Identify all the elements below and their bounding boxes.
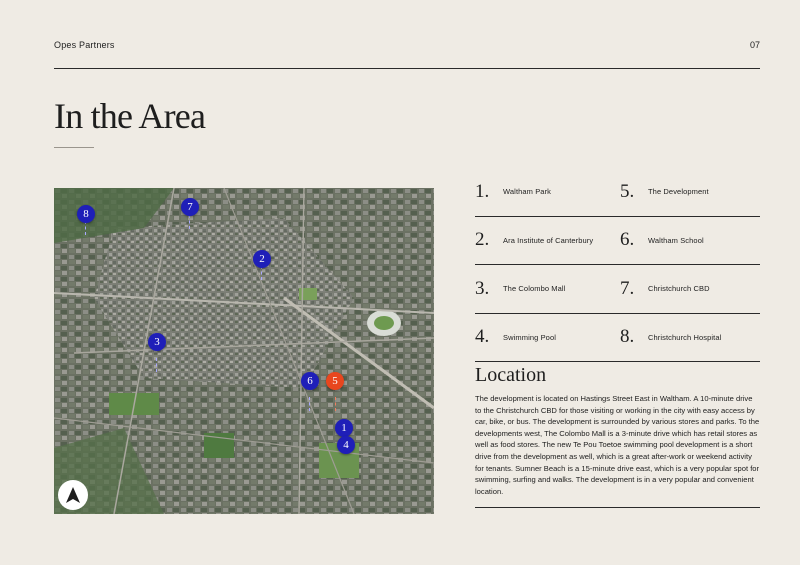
place-number: 5. bbox=[620, 180, 635, 202]
place-name: Waltham Park bbox=[503, 187, 552, 197]
place-number: 7. bbox=[620, 277, 635, 299]
place-number: 1. bbox=[475, 180, 490, 202]
list-item: 7. Christchurch CBD bbox=[620, 265, 760, 314]
list-item: 3. The Colombo Mall bbox=[475, 265, 620, 314]
place-number: 8. bbox=[620, 326, 635, 348]
places-list: 1. Waltham Park 5. The Development 2. Ar… bbox=[475, 168, 760, 362]
place-name: Waltham School bbox=[648, 235, 704, 245]
place-number: 2. bbox=[475, 229, 490, 251]
list-item: 6. Waltham School bbox=[620, 217, 760, 265]
list-item: 4. Swimming Pool bbox=[475, 314, 620, 362]
place-number: 6. bbox=[620, 229, 635, 251]
page-number: 07 bbox=[749, 40, 760, 50]
map-pin-7[interactable]: 7 bbox=[181, 198, 199, 216]
page-title: In the Area bbox=[54, 96, 206, 136]
map-pin-6[interactable]: 6 bbox=[301, 372, 319, 390]
aerial-map-image bbox=[54, 188, 434, 514]
pin-stem bbox=[156, 358, 157, 372]
map-pin-2[interactable]: 2 bbox=[253, 250, 271, 268]
map-pin-8[interactable]: 8 bbox=[77, 205, 95, 223]
footer-divider bbox=[475, 507, 760, 508]
place-number: 3. bbox=[475, 277, 490, 299]
pin-stem bbox=[85, 221, 86, 235]
list-item: 2. Ara Institute of Canterbury bbox=[475, 217, 620, 265]
location-heading: Location bbox=[475, 364, 547, 386]
list-item: 1. Waltham Park bbox=[475, 168, 620, 217]
pin-stem bbox=[189, 215, 190, 229]
pin-stem bbox=[309, 397, 310, 411]
pin-stem bbox=[335, 397, 336, 411]
list-item: 5. The Development bbox=[620, 168, 760, 217]
place-name: Ara Institute of Canterbury bbox=[503, 235, 594, 245]
place-name: The Development bbox=[648, 187, 709, 197]
compass-arrow-icon bbox=[66, 487, 80, 503]
map-pin-3[interactable]: 3 bbox=[148, 333, 166, 351]
title-underline bbox=[54, 147, 94, 148]
map-pin-5[interactable]: 5 bbox=[326, 372, 344, 390]
pin-stem bbox=[261, 266, 262, 280]
location-description: The development is located on Hastings S… bbox=[475, 394, 760, 496]
area-map[interactable]: 8 7 2 3 6 5 1 4 bbox=[54, 188, 434, 514]
list-item: 8. Christchurch Hospital bbox=[620, 314, 760, 362]
brand-name: Opes Partners bbox=[54, 40, 115, 50]
place-name: Christchurch Hospital bbox=[648, 332, 722, 342]
map-pin-4[interactable]: 4 bbox=[337, 436, 355, 454]
header-divider bbox=[54, 68, 760, 69]
place-name: Christchurch CBD bbox=[648, 284, 710, 294]
place-name: Swimming Pool bbox=[503, 332, 556, 342]
place-number: 4. bbox=[475, 326, 490, 348]
map-pin-1[interactable]: 1 bbox=[335, 419, 353, 437]
north-arrow-icon[interactable] bbox=[58, 480, 88, 510]
place-name: The Colombo Mall bbox=[503, 284, 566, 294]
